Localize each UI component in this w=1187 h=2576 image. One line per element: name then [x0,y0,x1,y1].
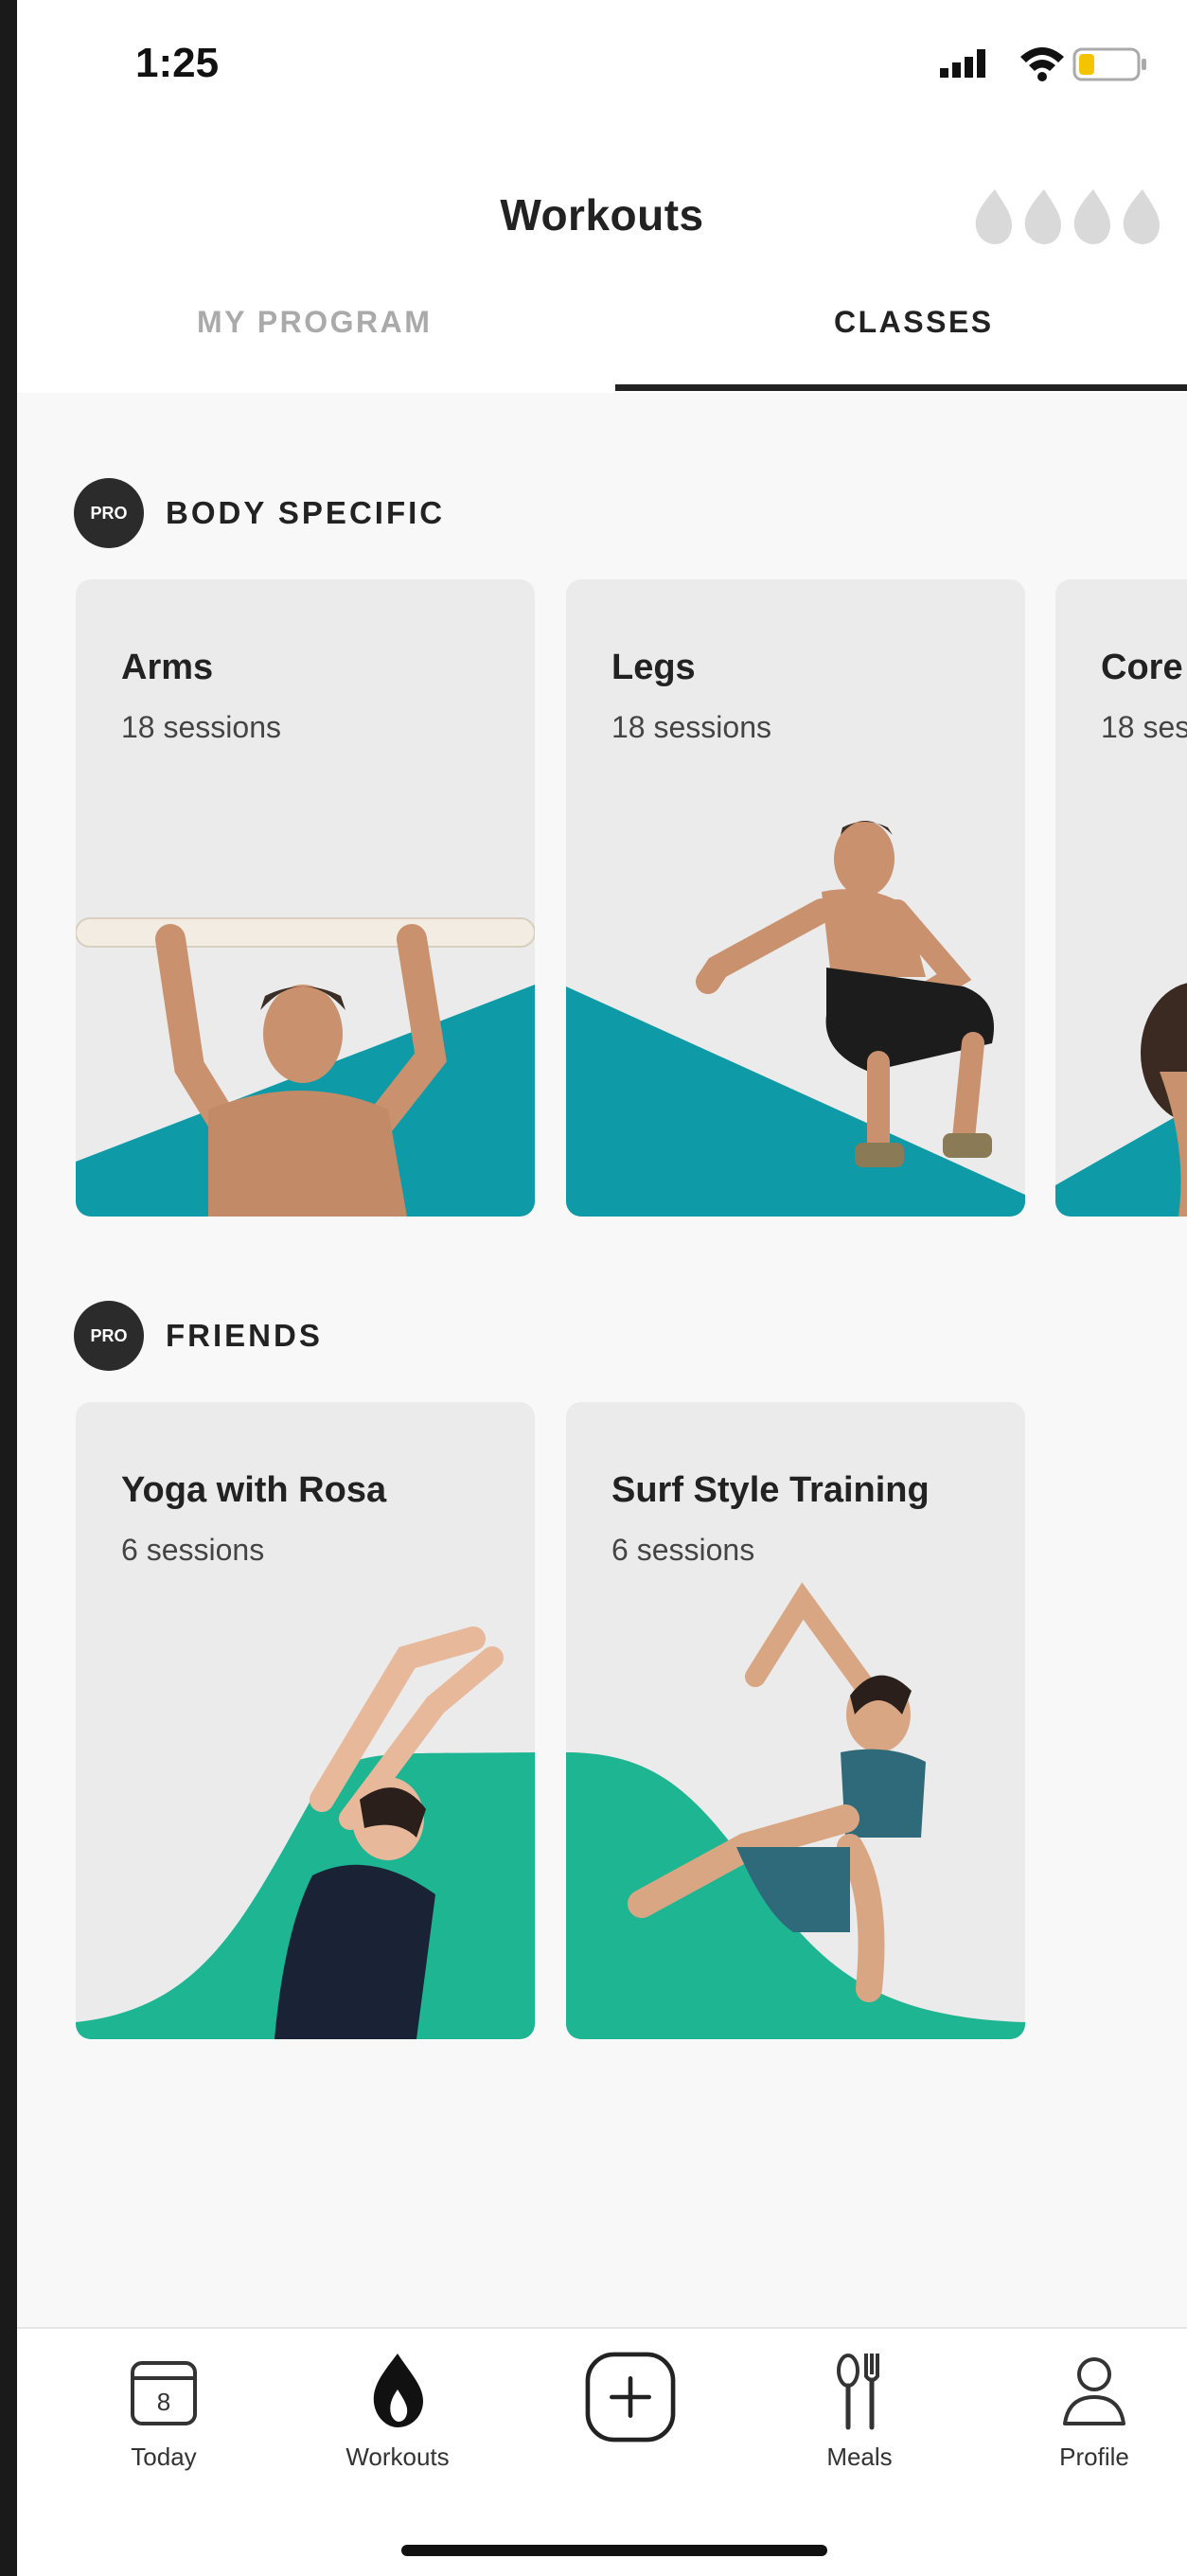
person-icon [1063,2357,1125,2425]
card-session-count: 18 sessions [1101,710,1187,744]
pro-badge: PRO [74,478,144,548]
card-title: Arms [121,648,214,687]
active-tab-indicator [615,384,1187,391]
status-bar: 1:25 [17,0,1187,133]
battery-icon [1072,47,1146,81]
tab-classes[interactable]: CLASSES [834,305,994,340]
tabbar-item-meals[interactable]: Meals [765,2348,954,2472]
card-session-count: 18 sessions [121,710,281,744]
section-title: FRIENDS [166,1318,323,1353]
wifi-icon [1020,47,1064,81]
status-time: 1:25 [135,40,220,86]
calendar-icon: 8 [131,2361,197,2425]
tabbar-item-profile[interactable]: Profile [1000,2348,1187,2472]
calendar-day: 8 [157,2388,170,2416]
app-screen: 1:25 Workouts MY PROGRAM CLASSES PRO BOD… [17,0,1187,2576]
tabbar-label: Workouts [345,2443,450,2471]
utensils-icon [837,2354,879,2430]
home-indicator[interactable] [401,2545,827,2556]
pro-badge: PRO [74,1301,144,1371]
tabbar-item-workouts[interactable]: Workouts [303,2348,492,2472]
card-session-count: 6 sessions [611,1533,755,1567]
card-title: Surf Style Training [611,1470,930,1510]
tab-my-program[interactable]: MY PROGRAM [197,305,432,340]
class-card-arms[interactable]: Arms 18 sessions [76,579,535,1217]
card-title: Core [1101,648,1183,687]
tabbar-label: Meals [826,2443,893,2471]
class-card-legs[interactable]: Legs 18 sessions [566,579,1025,1217]
plus-icon [585,2352,676,2443]
tabbar-label: Profile [1059,2443,1129,2471]
page-header: Workouts MY PROGRAM CLASSES [17,133,1187,393]
section-title: BODY SPECIFIC [166,495,446,530]
card-title: Yoga with Rosa [121,1470,387,1510]
tabbar-label: Today [131,2443,197,2471]
streak-flames-icon[interactable] [968,182,1186,248]
cellular-signal-icon [940,49,985,78]
class-card-yoga-with-rosa[interactable]: Yoga with Rosa 6 sessions [76,1402,535,2039]
tabbar-item-today[interactable]: 8 Today [69,2348,258,2472]
class-card-surf-style-training[interactable]: Surf Style Training 6 sessions [566,1402,1025,2039]
card-session-count: 6 sessions [121,1533,265,1567]
tabbar-item-add[interactable] [536,2348,725,2446]
card-title: Legs [611,648,696,687]
bottom-tab-bar: 8 Today Workouts Meals Profile [17,2327,1187,2576]
flame-icon [373,2354,423,2427]
class-card-core[interactable]: Core 18 sessions [1055,579,1187,1217]
card-session-count: 18 sessions [611,710,771,744]
